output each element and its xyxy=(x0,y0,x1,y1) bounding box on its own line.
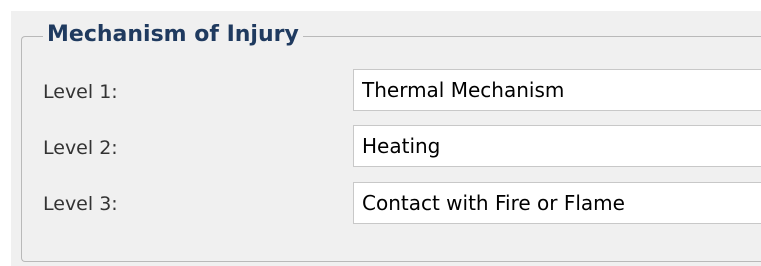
level-1-label: Level 1: xyxy=(43,81,118,103)
level-3-field[interactable] xyxy=(353,182,761,224)
level-2-label: Level 2: xyxy=(43,137,118,159)
level-3-label: Level 3: xyxy=(43,193,118,215)
group-title: Mechanism of Injury xyxy=(43,21,303,49)
level-1-field[interactable] xyxy=(353,69,761,111)
level-2-field[interactable] xyxy=(353,125,761,167)
